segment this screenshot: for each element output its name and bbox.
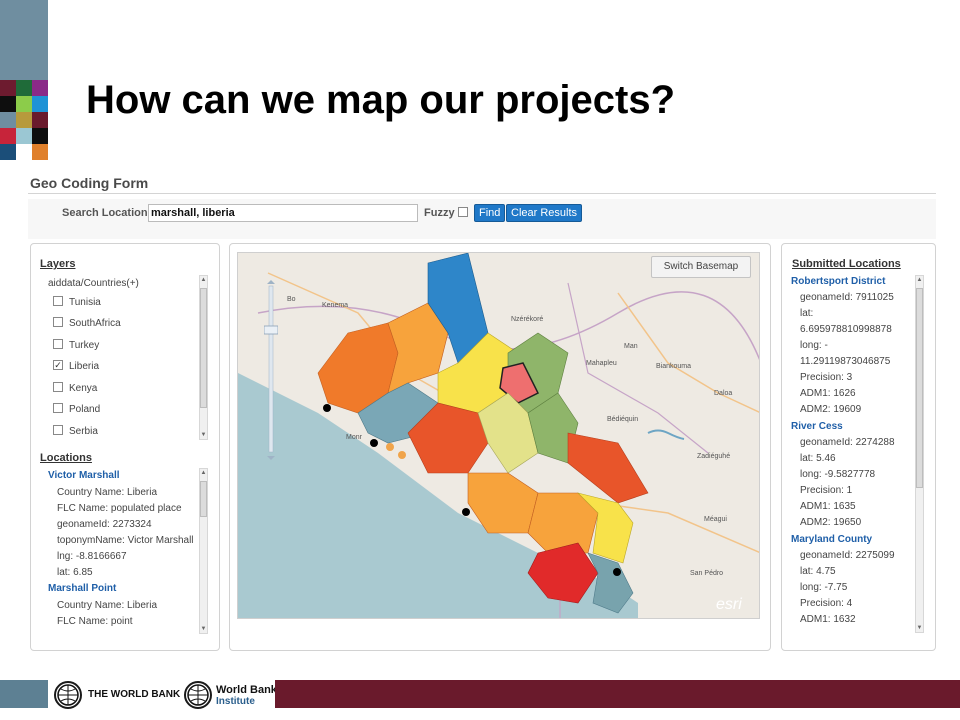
layer-checkbox-poland[interactable] (53, 403, 63, 413)
layer-checkbox-tunisia[interactable] (53, 296, 63, 306)
layers-group-link[interactable]: aiddata/Countries(+) (48, 278, 139, 289)
world-bank-name: THE WORLD BANK (88, 689, 181, 700)
map-place-label: Mahapleu (586, 360, 617, 367)
fuzzy-label: Fuzzy (424, 207, 455, 219)
world-bank-globe-icon (54, 681, 82, 709)
map-place-label: Kenema (322, 302, 349, 309)
layers-header: Layers (40, 258, 76, 270)
location-line: lng: -8.8166667 (57, 551, 127, 562)
submitted-line: ADM2: 19609 (800, 404, 862, 415)
layer-checkbox-turkey[interactable] (53, 339, 63, 349)
map-place-label: Nzérékoré (511, 316, 544, 323)
layer-label-southafrica: SouthAfrica (69, 318, 121, 329)
scroll-up-icon[interactable]: ▲ (200, 469, 207, 477)
find-button[interactable]: Find (474, 204, 506, 222)
esri-attribution: esri (716, 596, 742, 613)
submitted-line: Precision: 4 (800, 598, 853, 609)
layer-label-serbia: Serbia (69, 426, 98, 437)
submitted-line: ADM1: 1632 (800, 614, 856, 625)
map-place-label: Monr (346, 434, 362, 441)
scroll-down-icon[interactable]: ▼ (200, 431, 207, 439)
layer-label-liberia: Liberia (69, 361, 100, 372)
location-line: Country Name: Liberia (57, 487, 158, 498)
layer-checkbox-liberia[interactable]: ✓ (53, 360, 63, 370)
world-bank-institute-globe-icon (184, 681, 212, 709)
map-place-label: San Pédro (690, 570, 724, 577)
form-divider (28, 193, 936, 194)
layer-label-turkey: Turkey (69, 340, 100, 351)
liberia-choropleth-map (238, 253, 759, 618)
footer-accent (0, 680, 48, 708)
layer-label-tunisia: Tunisia (69, 297, 101, 308)
map-place-label: Bo (287, 296, 296, 303)
submitted-line: lat: 5.46 (800, 453, 836, 464)
submitted-line: Precision: 3 (800, 372, 853, 383)
location-line: toponymName: Victor Marshall (57, 535, 194, 546)
layer-label-poland: Poland (69, 404, 101, 415)
submitted-line: ADM1: 1626 (800, 388, 856, 399)
scroll-thumb[interactable] (200, 481, 207, 517)
map-place-label: Méagui (704, 516, 727, 523)
map-place-label: Bédiéquin (607, 416, 639, 423)
locations-header: Locations (40, 452, 92, 464)
map-place-label: Man (624, 343, 638, 350)
layer-label-kenya: Kenya (69, 383, 98, 394)
location-line: geonameId: 2273324 (57, 519, 152, 530)
layer-checkbox-kenya[interactable] (53, 382, 63, 392)
map-place-label: Daloa (714, 390, 733, 397)
layer-checkbox-southafrica[interactable] (53, 317, 63, 327)
switch-basemap-button[interactable]: Switch Basemap (651, 256, 751, 278)
submitted-line: long: -9.5827778 (800, 469, 876, 480)
scroll-thumb[interactable] (200, 288, 207, 408)
wbi-line2: Institute (216, 696, 255, 707)
location-title-marshall-point[interactable]: Marshall Point (48, 583, 116, 594)
layer-checkbox-serbia[interactable] (53, 425, 63, 435)
map-place-label: Biankouma (656, 363, 692, 370)
submitted-line: lat: 4.75 (800, 566, 836, 577)
wbi-line1: World Bank (216, 684, 277, 696)
search-location-label: Search Location (62, 207, 148, 219)
submitted-title-river-cess[interactable]: River Cess (791, 421, 843, 432)
fuzzy-checkbox[interactable] (458, 207, 468, 217)
submitted-line: geonameId: 2275099 (800, 550, 895, 561)
submitted-line: 11.29119873046875 (800, 356, 891, 367)
zoom-slider[interactable] (263, 280, 279, 462)
scroll-thumb[interactable] (916, 288, 923, 488)
slide-title: How can we map our projects? (86, 78, 676, 122)
scroll-up-icon[interactable]: ▲ (200, 276, 207, 284)
submitted-line: geonameId: 2274288 (800, 437, 895, 448)
map-canvas[interactable] (237, 252, 760, 619)
submitted-line: 6.695978810998878 (800, 324, 892, 335)
submitted-line: ADM2: 19650 (800, 517, 862, 528)
footer-band (275, 680, 960, 708)
location-title-victor-marshall[interactable]: Victor Marshall (48, 470, 120, 481)
form-title: Geo Coding Form (30, 175, 149, 191)
submitted-line: long: -7.75 (800, 582, 848, 593)
location-line: FLC Name: point (57, 616, 133, 627)
scroll-up-icon[interactable]: ▲ (916, 276, 923, 284)
location-line: lat: 6.85 (57, 567, 93, 578)
search-location-input[interactable]: marshall, liberia (148, 204, 418, 222)
submitted-line: Precision: 1 (800, 485, 853, 496)
submitted-line: lat: (800, 308, 814, 319)
location-line: Country Name: Liberia (57, 600, 158, 611)
layers-scrollbar[interactable]: ▲ ▼ (199, 275, 208, 440)
map-place-label: Zadiéguhé (697, 453, 731, 460)
submitted-line: geonameId: 7911025 (800, 292, 894, 303)
submitted-locations-header: Submitted Locations (792, 258, 901, 270)
submitted-line: ADM1: 1635 (800, 501, 856, 512)
locations-scrollbar[interactable]: ▲ ▼ (199, 468, 208, 634)
submitted-title-robertsport[interactable]: Robertsport District (791, 276, 885, 287)
slide: How can we map our projects? Geo Coding … (0, 0, 960, 720)
scroll-down-icon[interactable]: ▼ (200, 625, 207, 633)
scroll-down-icon[interactable]: ▼ (916, 624, 923, 632)
location-line: FLC Name: populated place (57, 503, 182, 514)
clear-results-button[interactable]: Clear Results (506, 204, 583, 222)
submitted-line: long: - (800, 340, 828, 351)
submitted-scrollbar[interactable]: ▲ ▼ (915, 275, 924, 633)
submitted-title-maryland[interactable]: Maryland County (791, 534, 872, 545)
